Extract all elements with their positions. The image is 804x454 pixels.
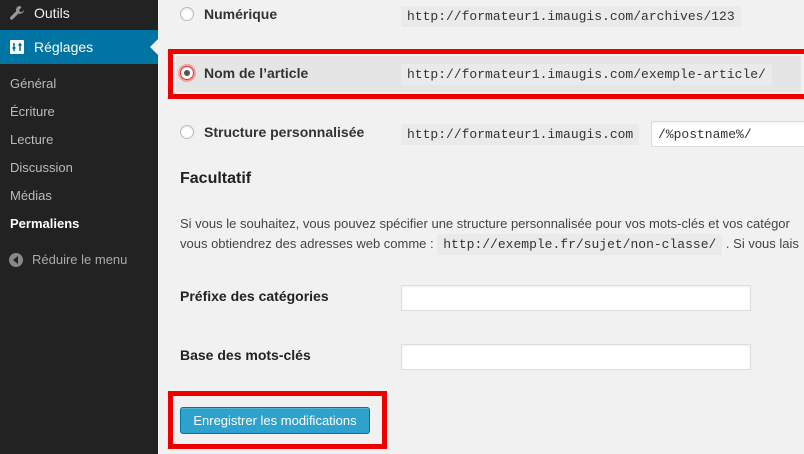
submenu-ecriture[interactable]: Écriture <box>0 98 158 126</box>
radio-post-name-label[interactable]: Nom de l’article <box>204 65 308 81</box>
radio-custom[interactable] <box>180 125 194 139</box>
post-name-example-code: http://formateur1.imaugis.com/exemple-ar… <box>401 64 772 85</box>
submenu-discussion[interactable]: Discussion <box>0 154 158 182</box>
submenu-permaliens[interactable]: Permaliens <box>0 210 158 238</box>
permalink-option-numeric: Numérique <box>180 6 277 22</box>
radio-custom-label[interactable]: Structure personnalisée <box>204 124 364 140</box>
category-base-label: Préfixe des catégories <box>180 288 329 304</box>
wrench-icon <box>9 5 25 21</box>
submenu-lecture[interactable]: Lecture <box>0 126 158 154</box>
collapse-arrow-icon <box>9 252 23 267</box>
settings-sliders-icon <box>9 39 25 55</box>
custom-structure-input[interactable]: /%postname%/ <box>651 121 804 147</box>
submenu-medias[interactable]: Médias <box>0 182 158 210</box>
tag-base-label: Base des mots-clés <box>180 347 311 363</box>
custom-base-code: http://formateur1.imaugis.com <box>401 124 640 145</box>
optional-description-line1: Si vous le souhaitez, vous pouvez spécif… <box>180 216 790 231</box>
tag-base-input[interactable] <box>401 344 751 370</box>
save-changes-button[interactable]: Enregistrer les modifications <box>180 407 370 434</box>
menu-reglages[interactable]: Réglages <box>0 30 158 64</box>
category-base-input[interactable] <box>401 285 751 311</box>
radio-numeric[interactable] <box>180 7 194 21</box>
admin-sidebar: Outils Réglages Général Écriture Lecture… <box>0 0 158 454</box>
example-url-code: http://exemple.fr/sujet/non-classe/ <box>437 234 723 255</box>
permalink-option-custom: Structure personnalisée <box>180 124 364 140</box>
numeric-example-code: http://formateur1.imaugis.com/archives/1… <box>401 6 741 27</box>
submenu-general[interactable]: Général <box>0 70 158 98</box>
permalink-option-post-name: Nom de l’article <box>180 65 308 81</box>
menu-outils-label: Outils <box>34 5 70 21</box>
collapse-menu-button[interactable]: Réduire le menu <box>9 252 127 267</box>
optional-heading: Facultatif <box>180 170 252 187</box>
radio-numeric-label[interactable]: Numérique <box>204 6 277 22</box>
menu-outils[interactable]: Outils <box>0 0 158 30</box>
collapse-menu-label: Réduire le menu <box>32 252 128 267</box>
menu-reglages-label: Réglages <box>34 39 94 55</box>
radio-post-name[interactable] <box>180 66 194 80</box>
settings-submenu: Général Écriture Lecture Discussion Médi… <box>0 70 158 238</box>
main-content: Numérique http://formateur1.imaugis.com/… <box>158 0 804 454</box>
optional-description-line2: vous obtiendrez des adresses web comme :… <box>180 234 799 255</box>
line2-suffix: . Si vous lais <box>725 236 799 251</box>
line2-prefix: vous obtiendrez des adresses web comme : <box>180 236 438 251</box>
